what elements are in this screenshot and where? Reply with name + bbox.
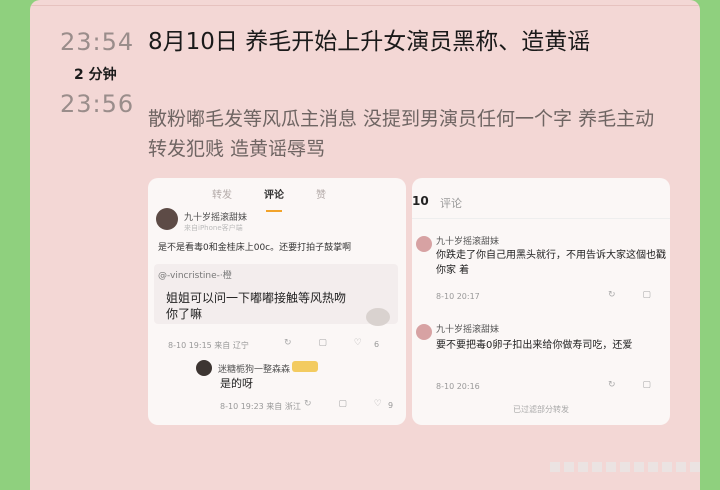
reply-author[interactable]: 迷糖栀狗一整森森 [218,362,290,375]
comment-count: 10 [412,194,429,208]
avatar[interactable] [416,236,432,252]
comment2-meta: 8-10 20:16 [436,382,480,391]
screenshot-left[interactable]: 转发 评论 赞 九十岁摇滚甜妹 来自iPhone客户端 是不是看毒0和金桂床上0… [148,178,406,425]
action-icons[interactable]: ↻ ▢ [608,290,663,300]
comment2-text: 要不要把毒0卵子扣出来给你做寿司吃，还爱 [436,340,633,351]
avatar[interactable] [416,324,432,340]
placeholder-bar [550,462,700,472]
author-name[interactable]: 九十岁摇滚甜妹 [184,210,247,223]
tab-comments[interactable]: 评论 [264,186,284,201]
active-tab-indicator [266,210,282,212]
timestamp-end: 23:56 [60,90,135,118]
duration-label: 2 分钟 [74,67,117,83]
filtered-notice[interactable]: 已过滤部分转发 [412,404,670,415]
reply-text: 是的呀 [220,377,253,390]
quote-meta: 8-10 19:15 来自 辽宁 [168,341,249,350]
avatar[interactable] [196,360,212,376]
divider [412,218,670,219]
comment1-text: 你跌走了你自己用黑头就行，不用告诉大家这個也戳你家 着 [436,250,666,276]
comment2-author[interactable]: 九十岁摇滚甜妹 [436,322,499,335]
action-icons[interactable]: ↻ ▢ [608,380,663,390]
comment1-meta: 8-10 20:17 [436,292,480,301]
divider [30,5,700,6]
comment-tabs: 转发 评论 赞 [148,186,406,212]
quote-like-count: 6 [374,340,380,349]
tab-forward[interactable]: 转发 [212,186,232,201]
quote-author[interactable]: @-vincristine-·橙 [158,268,232,281]
sticker-icon [366,308,390,326]
post-title: 8月10日 养毛开始上升女演员黑称、造黄谣 [148,29,591,55]
comment1-author[interactable]: 九十岁摇滚甜妹 [436,234,499,247]
reply-meta: 8-10 19:23 来自 浙江 [220,402,301,411]
action-icons[interactable]: ↻ ▢ ♡ [284,338,374,348]
screenshot-right[interactable]: 10 评论 九十岁摇滚甜妹 你跌走了你自己用黑头就行，不用告诉大家这個也戳你家 … [412,178,670,425]
message-card: 23:54 2 分钟 23:56 8月10日 养毛开始上升女演员黑称、造黄谣 散… [30,0,700,490]
timestamp-start: 23:54 [60,28,135,56]
author-device: 来自iPhone客户端 [184,224,243,232]
avatar[interactable] [156,208,178,230]
post-description: 散粉嘟毛发等风瓜主消息 没提到男演员任何一个字 养毛主动转发犯贱 造黄谣辱骂 [148,108,655,160]
reply-like-count: 9 [388,401,394,410]
quote-text: 姐姐可以问一下嘟嘟接触等风热吻你了嘛 [166,291,347,321]
comment-body: 是不是看毒0和金桂床上00c。还要打拍子鼓掌啊 [158,243,352,253]
comments-header: 评论 [440,197,462,210]
member-badge [292,361,318,372]
tab-likes[interactable]: 赞 [316,186,326,201]
action-icons[interactable]: ↻ ▢ ♡ [304,399,394,409]
